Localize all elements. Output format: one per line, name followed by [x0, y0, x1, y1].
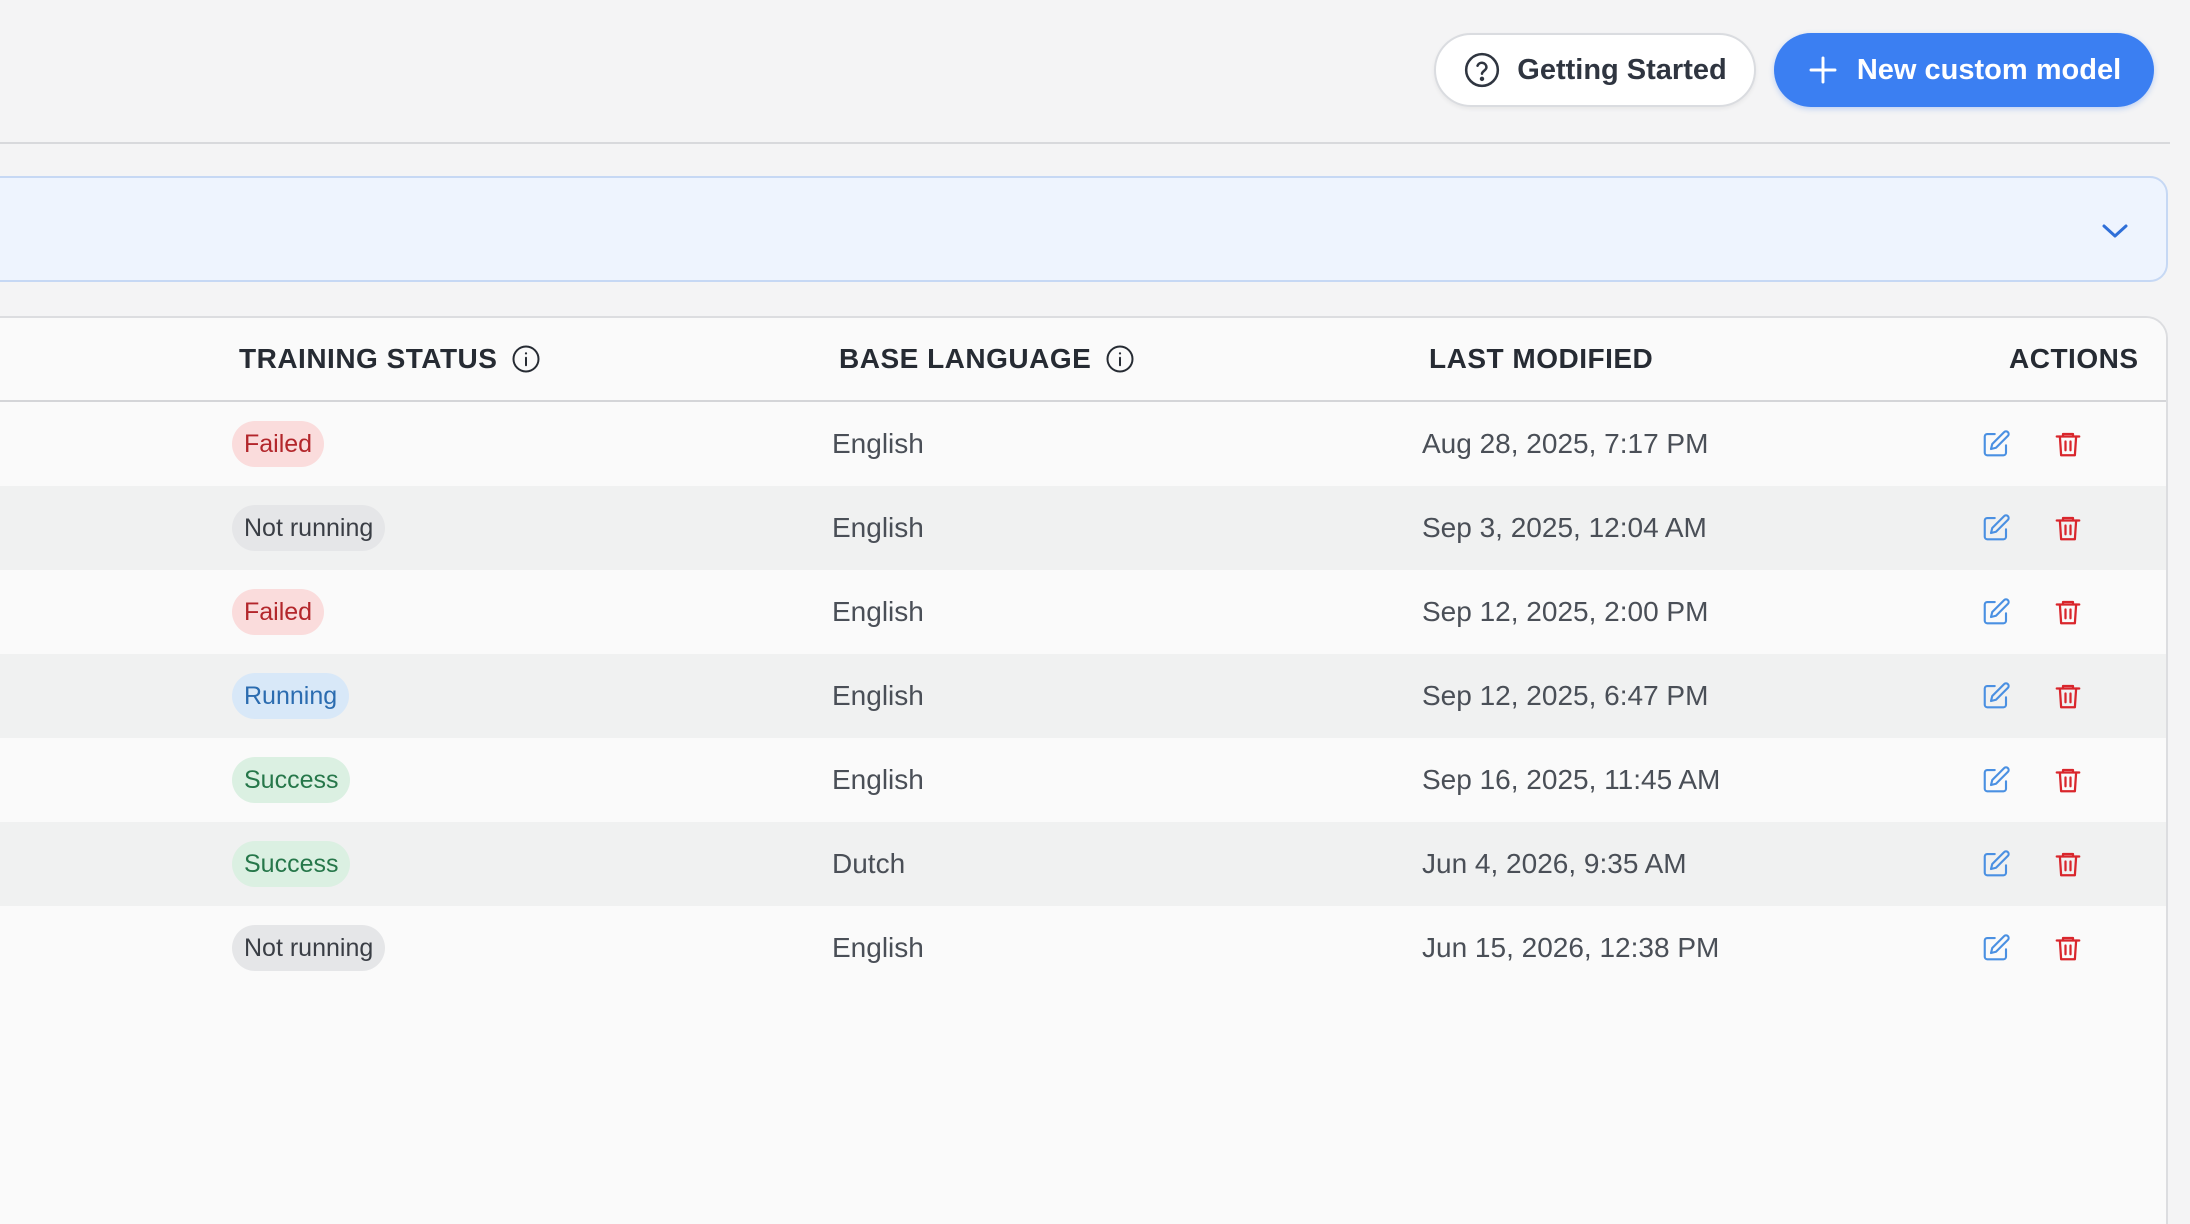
table-header: TRAINING STATUS BASE LANGUAGE LAST MODIF…	[0, 318, 2166, 402]
training-status-cell: Not running	[232, 486, 386, 570]
column-header-actions: ACTIONS	[2009, 343, 2139, 374]
training-status-cell: Success	[232, 822, 351, 906]
status-badge: Running	[232, 673, 350, 719]
table-row[interactable]: Failed English Aug 28, 2025, 7:17 PM	[0, 402, 2166, 486]
table-row[interactable]: Not running English Sep 3, 2025, 12:04 A…	[0, 486, 2166, 570]
actions-cell	[1978, 654, 2086, 738]
last-modified-cell: Sep 12, 2025, 6:47 PM	[1422, 680, 1709, 711]
trash-icon[interactable]	[2050, 762, 2086, 798]
base-language-cell: English	[832, 680, 924, 711]
table-row[interactable]: Not running English Jun 15, 2026, 12:38 …	[0, 906, 2166, 990]
last-modified-cell: Jun 15, 2026, 12:38 PM	[1422, 932, 1720, 963]
getting-started-label: Getting Started	[1517, 53, 1727, 86]
last-modified-cell: Aug 28, 2025, 7:17 PM	[1422, 428, 1709, 459]
edit-icon[interactable]	[1978, 510, 2014, 546]
last-modified-cell: Sep 16, 2025, 11:45 AM	[1422, 764, 1721, 795]
table-row[interactable]: Failed English Sep 12, 2025, 2:00 PM	[0, 570, 2166, 654]
actions-cell	[1978, 738, 2086, 822]
column-header-base-language[interactable]: BASE LANGUAGE	[839, 318, 1135, 400]
training-status-cell: Failed	[232, 570, 325, 654]
actions-cell	[1978, 402, 2086, 486]
status-badge: Success	[232, 841, 351, 887]
actions-cell	[1978, 822, 2086, 906]
table-row[interactable]: Running English Sep 12, 2025, 6:47 PM	[0, 654, 2166, 738]
edit-icon[interactable]	[1978, 762, 2014, 798]
training-status-cell: Success	[232, 738, 351, 822]
last-modified-cell: Sep 12, 2025, 2:00 PM	[1422, 596, 1709, 627]
actions-cell	[1978, 486, 2086, 570]
new-custom-model-button[interactable]: New custom model	[1774, 33, 2154, 107]
last-modified-cell: Sep 3, 2025, 12:04 AM	[1422, 512, 1707, 543]
trash-icon[interactable]	[2050, 846, 2086, 882]
edit-icon[interactable]	[1978, 846, 2014, 882]
training-status-cell: Failed	[232, 402, 325, 486]
base-language-cell: English	[832, 428, 924, 459]
edit-icon[interactable]	[1978, 930, 2014, 966]
status-badge: Failed	[232, 589, 325, 635]
trash-icon[interactable]	[2050, 426, 2086, 462]
last-modified-cell: Jun 4, 2026, 9:35 AM	[1422, 848, 1687, 879]
column-header-last-modified[interactable]: LAST MODIFIED	[1429, 318, 1653, 400]
getting-started-button[interactable]: Getting Started	[1434, 33, 1756, 107]
trash-icon[interactable]	[2050, 594, 2086, 630]
status-badge: Failed	[232, 421, 325, 467]
new-custom-model-label: New custom model	[1856, 53, 2122, 86]
base-language-cell: English	[832, 596, 924, 627]
edit-icon[interactable]	[1978, 678, 2014, 714]
edit-icon[interactable]	[1978, 426, 2014, 462]
table-body: Failed English Aug 28, 2025, 7:17 PM Not…	[0, 402, 2166, 990]
page-header: Getting Started New custom model	[0, 0, 2170, 144]
actions-cell	[1978, 570, 2086, 654]
models-table: TRAINING STATUS BASE LANGUAGE LAST MODIF…	[0, 316, 2168, 1224]
trash-icon[interactable]	[2050, 678, 2086, 714]
base-language-cell: English	[832, 932, 924, 963]
status-badge: Not running	[232, 925, 386, 971]
info-circle-icon[interactable]	[1105, 344, 1135, 374]
base-language-cell: Dutch	[832, 848, 906, 879]
column-header-training-status[interactable]: TRAINING STATUS	[239, 318, 541, 400]
info-circle-icon[interactable]	[511, 344, 541, 374]
custom-models-page: Getting Started New custom model TRAININ…	[0, 0, 2190, 1224]
trash-icon[interactable]	[2050, 930, 2086, 966]
training-status-cell: Not running	[232, 906, 386, 990]
actions-cell	[1978, 906, 2086, 990]
question-circle-icon	[1463, 51, 1501, 89]
filter-panel[interactable]	[0, 176, 2168, 282]
training-status-cell: Running	[232, 654, 350, 738]
base-language-cell: English	[832, 512, 924, 543]
status-badge: Not running	[232, 505, 386, 551]
base-language-cell: English	[832, 764, 924, 795]
table-row[interactable]: Success Dutch Jun 4, 2026, 9:35 AM	[0, 822, 2166, 906]
table-row[interactable]: Success English Sep 16, 2025, 11:45 AM	[0, 738, 2166, 822]
plus-icon	[1807, 54, 1839, 86]
trash-icon[interactable]	[2050, 510, 2086, 546]
status-badge: Success	[232, 757, 351, 803]
chevron-down-icon[interactable]	[2098, 214, 2132, 248]
edit-icon[interactable]	[1978, 594, 2014, 630]
